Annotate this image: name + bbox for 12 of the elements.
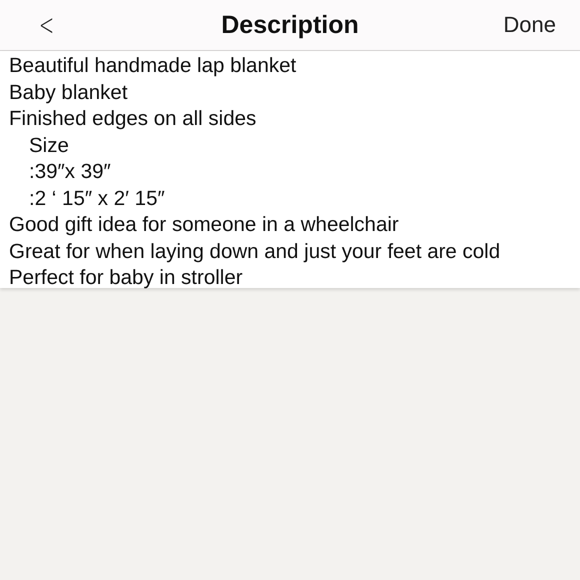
description-line: Size xyxy=(29,132,69,158)
description-line: Baby blanket xyxy=(9,80,128,106)
done-button[interactable]: Done xyxy=(503,12,556,38)
description-line: Finished edges on all sides xyxy=(9,106,256,132)
back-button[interactable]: < xyxy=(39,8,54,42)
description-line: Great for when laying down and just your feet are cold xyxy=(9,238,500,264)
description-line: :2 ‘ 15″ x 2′ 15″ xyxy=(29,186,165,212)
description-line: Good gift idea for someone in a wheelchair xyxy=(9,212,399,238)
description-line: Perfect for baby in stroller xyxy=(9,265,243,291)
description-line: Beautiful handmade lap blanket xyxy=(9,53,296,79)
screen-title: Description xyxy=(221,10,359,40)
description-line: :39″x 39″ xyxy=(29,159,111,185)
